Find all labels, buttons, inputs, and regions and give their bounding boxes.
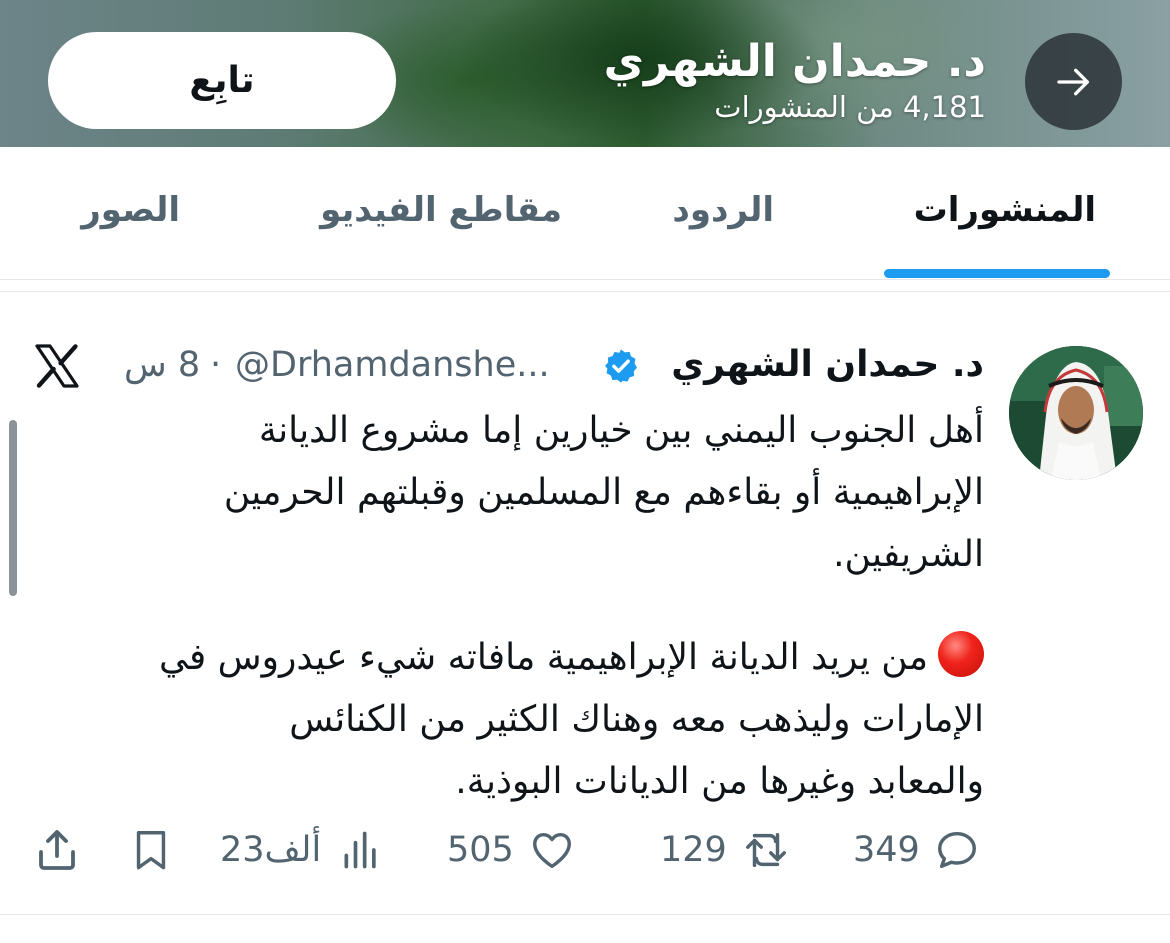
views-count: 23ألف xyxy=(220,830,322,870)
tweet-text-line: من يريد الديانة الإبراهيمية مافاته شيء ع… xyxy=(74,627,984,689)
verified-badge-icon xyxy=(605,349,637,383)
reply-count: 349 xyxy=(853,830,920,870)
divider xyxy=(0,291,1170,292)
tab-photos[interactable]: الصور xyxy=(81,190,180,230)
repost-icon xyxy=(745,832,786,868)
arrow-right-icon xyxy=(1056,68,1089,95)
active-tab-indicator xyxy=(884,269,1110,278)
red-circle-emoji-icon xyxy=(938,631,984,677)
views-button[interactable]: 23ألف xyxy=(220,822,383,878)
posts-count: 4,181 من المنشورات xyxy=(714,90,986,124)
back-button[interactable] xyxy=(1025,33,1122,130)
tweet-time[interactable]: 8 س xyxy=(124,345,200,385)
like-button[interactable]: 505 xyxy=(447,822,576,878)
divider xyxy=(0,914,1170,915)
profile-header: تابِع د. حمدان الشهري 4,181 من المنشورات xyxy=(0,0,1170,147)
repost-count: 129 xyxy=(660,830,727,870)
tweet-text-paragraph-1: أهل الجنوب اليمني بين خيارين إما مشروع ا… xyxy=(74,400,984,586)
follow-button[interactable]: تابِع xyxy=(48,32,396,129)
tweet-handle[interactable]: @Drhamdanshe... xyxy=(235,345,550,385)
profile-name: د. حمدان الشهري xyxy=(603,36,986,87)
tweet-text-line: الإمارات وليذهب معه وهناك الكثير من الكن… xyxy=(289,699,984,740)
heart-icon xyxy=(532,832,571,869)
tweet-text-line-content: من يريد الديانة الإبراهيمية مافاته شيء ع… xyxy=(158,637,928,678)
bookmark-button[interactable] xyxy=(128,822,174,878)
analytics-bars-icon xyxy=(344,831,376,869)
scroll-indicator[interactable] xyxy=(9,420,17,596)
reply-icon xyxy=(937,831,976,869)
share-button[interactable] xyxy=(33,822,81,878)
avatar[interactable] xyxy=(1009,346,1143,480)
tweet-text-line: والمعابد وغيرها من الديانات البوذية. xyxy=(455,761,984,802)
tweet-text-line: أهل الجنوب اليمني بين خيارين إما مشروع ا… xyxy=(258,410,984,451)
tweet-text-line: الشريفين. xyxy=(833,534,984,575)
x-logo-icon[interactable] xyxy=(32,342,82,390)
reply-button[interactable]: 349 xyxy=(853,822,980,878)
tweet-author-name[interactable]: د. حمدان الشهري xyxy=(671,344,984,385)
repost-button[interactable]: 129 xyxy=(660,822,791,878)
profile-tabs: المنشورات الردود مقاطع الفيديو الصور xyxy=(0,147,1170,280)
tab-videos[interactable]: مقاطع الفيديو xyxy=(320,190,562,230)
share-icon xyxy=(39,830,75,870)
tab-replies[interactable]: الردود xyxy=(672,190,774,230)
tweet-text-line: الإبراهيمية أو بقاءهم مع المسلمين وقبلته… xyxy=(223,472,984,513)
tweet-text-paragraph-2: من يريد الديانة الإبراهيمية مافاته شيء ع… xyxy=(74,627,984,813)
like-count: 505 xyxy=(447,830,514,870)
meta-separator: · xyxy=(210,345,222,385)
tab-posts[interactable]: المنشورات xyxy=(914,190,1096,230)
bookmark-icon xyxy=(136,831,166,870)
